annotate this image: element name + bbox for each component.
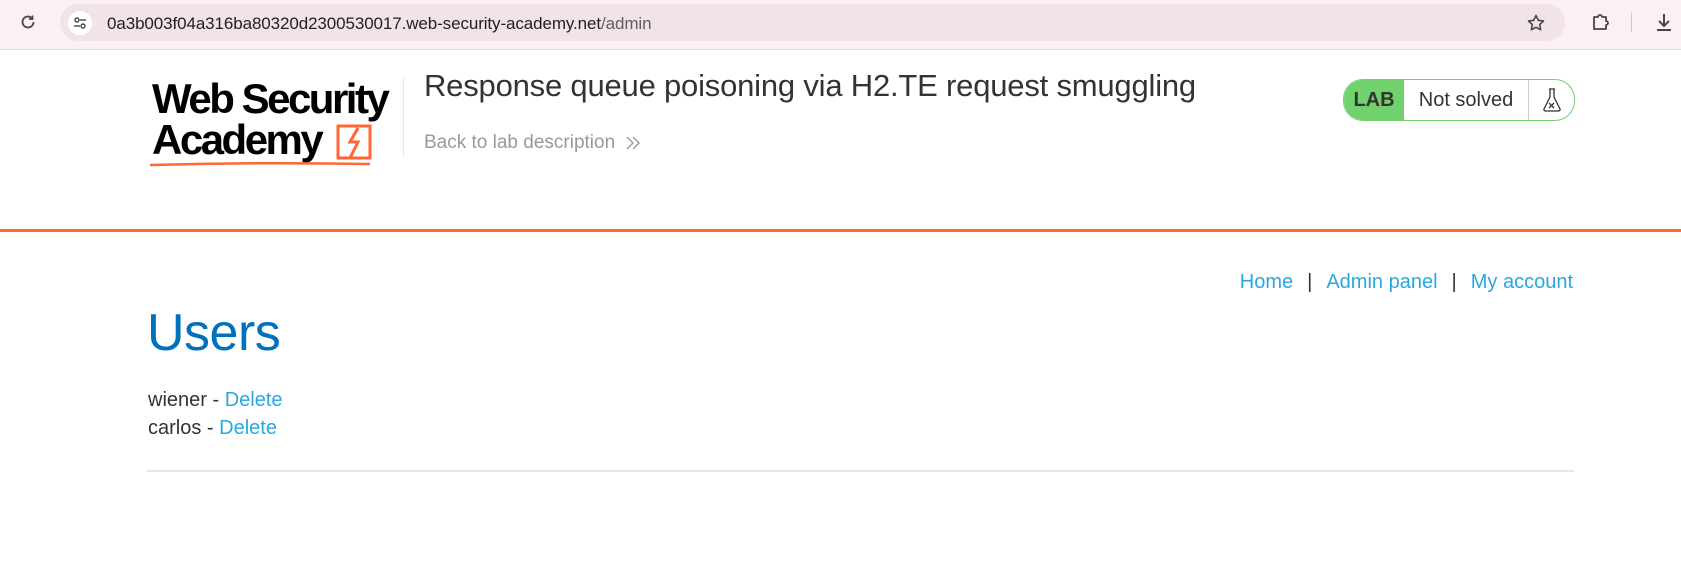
back-link-label: Back to lab description (424, 132, 616, 153)
delete-user-link[interactable]: Delete (219, 417, 277, 439)
top-navigation: Home | Admin panel | My account (1240, 271, 1573, 294)
toolbar-divider (1631, 12, 1632, 32)
site-info-icon[interactable] (68, 11, 92, 35)
url-host: 0a3b003f04a316ba80320d2300530017.web-sec… (107, 14, 601, 33)
logo-underline (150, 161, 370, 167)
user-row: carlos - Delete (148, 417, 277, 440)
user-name: wiener (148, 389, 207, 411)
lab-status-widget: LAB Not solved (1343, 79, 1575, 121)
extensions-puzzle-icon[interactable] (1589, 10, 1613, 34)
download-icon[interactable] (1652, 10, 1676, 34)
lab-status-text: Not solved (1404, 80, 1529, 120)
header-orange-rule (0, 229, 1681, 232)
logo-text-line2: Academy (152, 116, 324, 163)
page-title: Users (147, 304, 281, 362)
lab-tag: LAB (1344, 80, 1404, 120)
user-name: carlos (148, 417, 202, 439)
web-security-academy-logo[interactable]: Web Security Academy (148, 75, 400, 167)
url-path: /admin (601, 14, 652, 33)
nav-separator: | (1451, 271, 1457, 293)
url-text[interactable]: 0a3b003f04a316ba80320d2300530017.web-sec… (107, 14, 652, 34)
double-chevron-right-icon (625, 135, 641, 151)
nav-my-account-link[interactable]: My account (1471, 271, 1573, 294)
back-to-lab-description-link[interactable]: Back to lab description (424, 132, 641, 154)
header-divider (403, 78, 404, 158)
delete-user-link[interactable]: Delete (225, 389, 283, 411)
user-row: wiener - Delete (148, 389, 283, 412)
browser-toolbar: 0a3b003f04a316ba80320d2300530017.web-sec… (0, 0, 1681, 50)
lab-title: Response queue poisoning via H2.TE reque… (424, 68, 1196, 103)
user-separator: - (206, 389, 225, 411)
reload-icon[interactable] (16, 10, 40, 34)
logo-text-line1: Web Security (152, 75, 390, 122)
nav-home-link[interactable]: Home (1240, 271, 1293, 294)
nav-admin-panel-link[interactable]: Admin panel (1326, 271, 1437, 294)
flask-icon (1529, 80, 1574, 120)
bookmark-star-icon[interactable] (1525, 12, 1547, 34)
content-divider (147, 470, 1574, 472)
logo-lightning-icon (336, 124, 372, 160)
nav-separator: | (1307, 271, 1313, 293)
user-separator: - (201, 417, 220, 439)
address-bar[interactable]: 0a3b003f04a316ba80320d2300530017.web-sec… (60, 4, 1565, 41)
